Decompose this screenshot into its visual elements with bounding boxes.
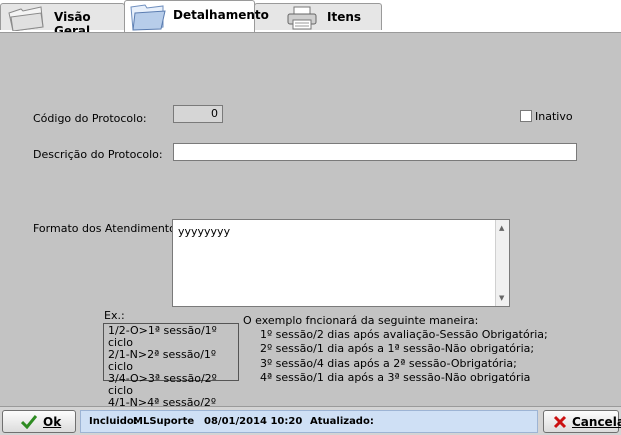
- tab-detalhamento-label: Detalhamento: [173, 8, 269, 22]
- bottom-bar: Ok Incluido: MLSuporte 08/01/2014 10:20 …: [0, 406, 621, 435]
- check-icon: [21, 415, 37, 429]
- formato-text: yyyyyyyy: [178, 225, 231, 238]
- explanation-line: 3º sessão/4 dias após a 2ª sessão-Obriga…: [260, 357, 517, 370]
- explanation-line: 1º sessão/2 dias após avaliação-Sessão O…: [260, 328, 548, 341]
- open-folder-icon: [130, 4, 166, 31]
- tab-visao-geral[interactable]: Visão Geral: [0, 3, 125, 38]
- example-line: 3/4-O>3ª sessão/2º ciclo: [108, 372, 217, 397]
- cancel-button[interactable]: Cancela: [543, 410, 621, 433]
- tab-itens[interactable]: Itens: [254, 3, 382, 30]
- tab-itens-label: Itens: [327, 10, 362, 24]
- cancel-label: Cancela: [572, 415, 621, 429]
- explanation-line: 2º sessão/1 dia após a 1ª sessão-Não obr…: [260, 342, 535, 355]
- formato-label: Formato dos Atendimentos:: [33, 222, 186, 235]
- descricao-label: Descrição do Protocolo:: [33, 148, 163, 161]
- textarea-scrollbar[interactable]: ▲ ▼: [495, 220, 509, 306]
- included-user: MLSuporte: [133, 416, 195, 427]
- tab-detalhamento[interactable]: Detalhamento: [124, 0, 269, 32]
- explanation-title: O exemplo fncionará da seguinte maneira:: [243, 314, 479, 327]
- status-bar: Incluido: MLSuporte 08/01/2014 10:20 Atu…: [80, 410, 538, 433]
- descricao-field[interactable]: [173, 143, 577, 161]
- included-label: Incluido:: [89, 416, 138, 427]
- codigo-field[interactable]: 0: [173, 105, 223, 123]
- example-label: Ex.:: [104, 309, 125, 322]
- example-line: 1/2-O>1ª sessão/1º ciclo: [108, 324, 217, 349]
- included-date: 08/01/2014 10:20: [204, 416, 303, 427]
- formato-textarea[interactable]: yyyyyyyy ▲ ▼: [172, 219, 510, 307]
- inativo-checkbox[interactable]: [520, 110, 532, 122]
- printer-icon: [287, 6, 317, 30]
- inativo-label: Inativo: [535, 110, 573, 123]
- ok-label: Ok: [43, 415, 62, 429]
- updated-label: Atualizado:: [310, 416, 374, 427]
- ok-button[interactable]: Ok: [2, 410, 76, 433]
- example-line: 2/1-N>2ª sessão/1º ciclo: [108, 348, 217, 373]
- example-box: 1/2-O>1ª sessão/1º ciclo 2/1-N>2ª sessão…: [103, 323, 239, 421]
- scroll-down-arrow-icon[interactable]: ▼: [499, 294, 504, 302]
- folder-icon: [8, 6, 44, 31]
- explanation-line: 4ª sessão/1 dia após a 3ª sessão-Não obr…: [260, 371, 531, 384]
- scroll-up-arrow-icon[interactable]: ▲: [499, 224, 504, 232]
- close-icon: [553, 415, 567, 429]
- detail-panel: Código do Protocolo: 0 Inativo Descrição…: [0, 32, 621, 421]
- codigo-label: Código do Protocolo:: [33, 112, 147, 125]
- tab-bar: Visão Geral Detalhamento Itens: [0, 0, 621, 38]
